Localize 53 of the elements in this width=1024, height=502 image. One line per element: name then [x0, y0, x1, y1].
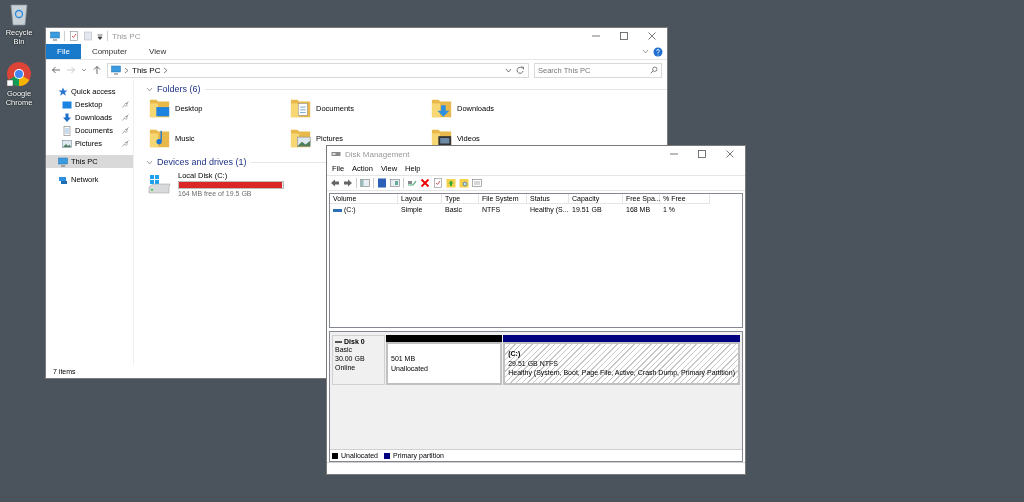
recycle-bin-icon: [8, 2, 30, 26]
up-arrow-icon[interactable]: [92, 65, 102, 75]
folder-icon: [290, 127, 312, 149]
section-header: Folders (6): [157, 84, 201, 94]
search-icon: [650, 66, 658, 74]
folder-up-icon: [446, 178, 456, 188]
document-icon: [62, 125, 72, 136]
computer-icon: [58, 156, 68, 167]
console-tree-icon: [360, 178, 370, 188]
chevron-right-icon: [163, 66, 169, 74]
chevron-down-icon: [505, 67, 512, 73]
close-icon[interactable]: [725, 149, 735, 159]
properties-panel-icon: [390, 178, 400, 188]
folder-icon: [431, 97, 453, 119]
properties-icon[interactable]: [69, 31, 79, 41]
chevron-down-icon: [146, 86, 153, 92]
close-icon[interactable]: [647, 31, 657, 41]
hard-drive-icon: [148, 174, 172, 194]
chevron-down-icon: [146, 159, 153, 165]
ribbon-tab[interactable]: Computer: [80, 44, 138, 59]
chevron-right-icon: [124, 66, 129, 74]
delete-icon: [420, 178, 430, 188]
address-bar[interactable]: This PC: [107, 62, 529, 78]
computer-icon: [111, 65, 121, 75]
browser-icon: [6, 60, 32, 87]
ribbon-tab[interactable]: File: [46, 44, 81, 59]
desktop-icon: [62, 99, 72, 110]
maximize-icon[interactable]: [619, 31, 629, 41]
back-arrow-icon[interactable]: [51, 65, 61, 75]
folder-search-icon: [459, 178, 469, 188]
forward-icon: [343, 178, 353, 188]
folder-icon: [149, 97, 171, 119]
maximize-icon[interactable]: [697, 149, 707, 159]
caret-icon[interactable]: [97, 31, 103, 41]
chevron-down-icon[interactable]: [81, 67, 87, 73]
download-arrow-icon: [62, 112, 72, 123]
network-icon: [58, 174, 68, 185]
new-folder-icon[interactable]: [83, 31, 93, 41]
refresh-icon[interactable]: [515, 65, 525, 75]
list-view-icon: [472, 178, 482, 188]
back-icon: [330, 178, 340, 188]
computer-icon: [50, 31, 60, 41]
chevron-down-icon[interactable]: [642, 49, 649, 54]
checked-document-icon: [433, 178, 443, 188]
window-title: Disk Management: [345, 149, 410, 159]
folder-icon: [149, 127, 171, 149]
section-header: Devices and drives (1): [157, 157, 247, 167]
window-title: This PC: [112, 31, 141, 41]
ribbon-tab[interactable]: View: [138, 44, 178, 59]
volume-icon: [333, 207, 342, 213]
folder-icon: [290, 97, 312, 119]
picture-icon: [62, 138, 72, 149]
star-icon: [58, 86, 68, 97]
